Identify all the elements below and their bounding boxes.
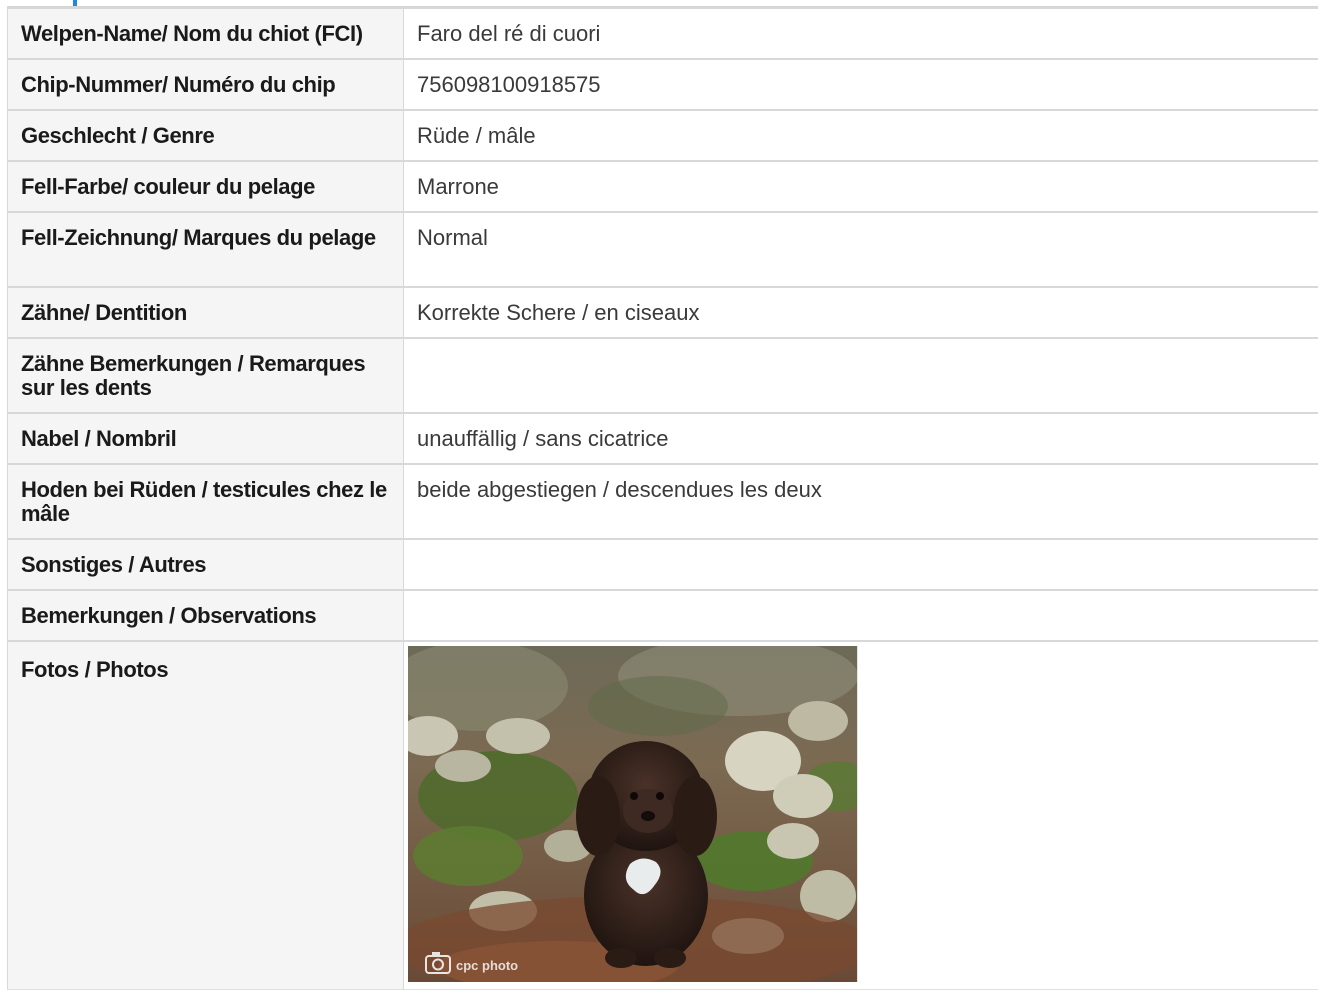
row-label: Fotos / Photos	[8, 641, 404, 990]
row-value: Marrone	[404, 161, 1318, 212]
table-row-photos: Fotos / Photos	[8, 641, 1318, 990]
row-label: Zähne Bemerkungen / Remarques sur les de…	[8, 338, 404, 413]
table-row: Bemerkungen / Observations	[8, 590, 1318, 641]
table-row: Nabel / Nombril unauffällig / sans cicat…	[8, 413, 1318, 464]
row-label: Fell-Zeichnung/ Marques du pelage	[8, 212, 404, 287]
table-row: Geschlecht / Genre Rüde / mâle	[8, 110, 1318, 161]
table-row: Welpen-Name/ Nom du chiot (FCI) Faro del…	[8, 8, 1318, 59]
table-row: Sonstiges / Autres	[8, 539, 1318, 590]
row-value	[404, 590, 1318, 641]
row-label: Chip-Nummer/ Numéro du chip	[8, 59, 404, 110]
table-row: Chip-Nummer/ Numéro du chip 756098100918…	[8, 59, 1318, 110]
row-value: unauffällig / sans cicatrice	[404, 413, 1318, 464]
table-row: Fell-Zeichnung/ Marques du pelage Normal	[8, 212, 1318, 287]
photo-watermark: cpc photo	[456, 958, 518, 973]
row-label: Sonstiges / Autres	[8, 539, 404, 590]
row-label: Zähne/ Dentition	[8, 287, 404, 338]
photo-cell: cpc photo	[404, 641, 1318, 990]
row-value: 756098100918575	[404, 59, 1318, 110]
puppy-details-table: Welpen-Name/ Nom du chiot (FCI) Faro del…	[7, 7, 1318, 990]
row-label: Bemerkungen / Observations	[8, 590, 404, 641]
row-value: Faro del ré di cuori	[404, 8, 1318, 59]
table-row: Zähne Bemerkungen / Remarques sur les de…	[8, 338, 1318, 413]
table-row: Zähne/ Dentition Korrekte Schere / en ci…	[8, 287, 1318, 338]
table-row: Hoden bei Rüden / testicules chez le mâl…	[8, 464, 1318, 539]
row-label: Welpen-Name/ Nom du chiot (FCI)	[8, 8, 404, 59]
row-value: Normal	[404, 212, 1318, 287]
row-label: Hoden bei Rüden / testicules chez le mâl…	[8, 464, 404, 539]
puppy-photo-image: cpc photo	[408, 646, 857, 982]
table-row: Fell-Farbe/ couleur du pelage Marrone	[8, 161, 1318, 212]
row-value	[404, 539, 1318, 590]
row-label: Nabel / Nombril	[8, 413, 404, 464]
puppy-photo[interactable]: cpc photo	[408, 646, 858, 982]
row-value: Korrekte Schere / en ciseaux	[404, 287, 1318, 338]
row-value: beide abgestiegen / descendues les deux	[404, 464, 1318, 539]
row-value	[404, 338, 1318, 413]
row-label: Fell-Farbe/ couleur du pelage	[8, 161, 404, 212]
row-value: Rüde / mâle	[404, 110, 1318, 161]
row-label: Geschlecht / Genre	[8, 110, 404, 161]
